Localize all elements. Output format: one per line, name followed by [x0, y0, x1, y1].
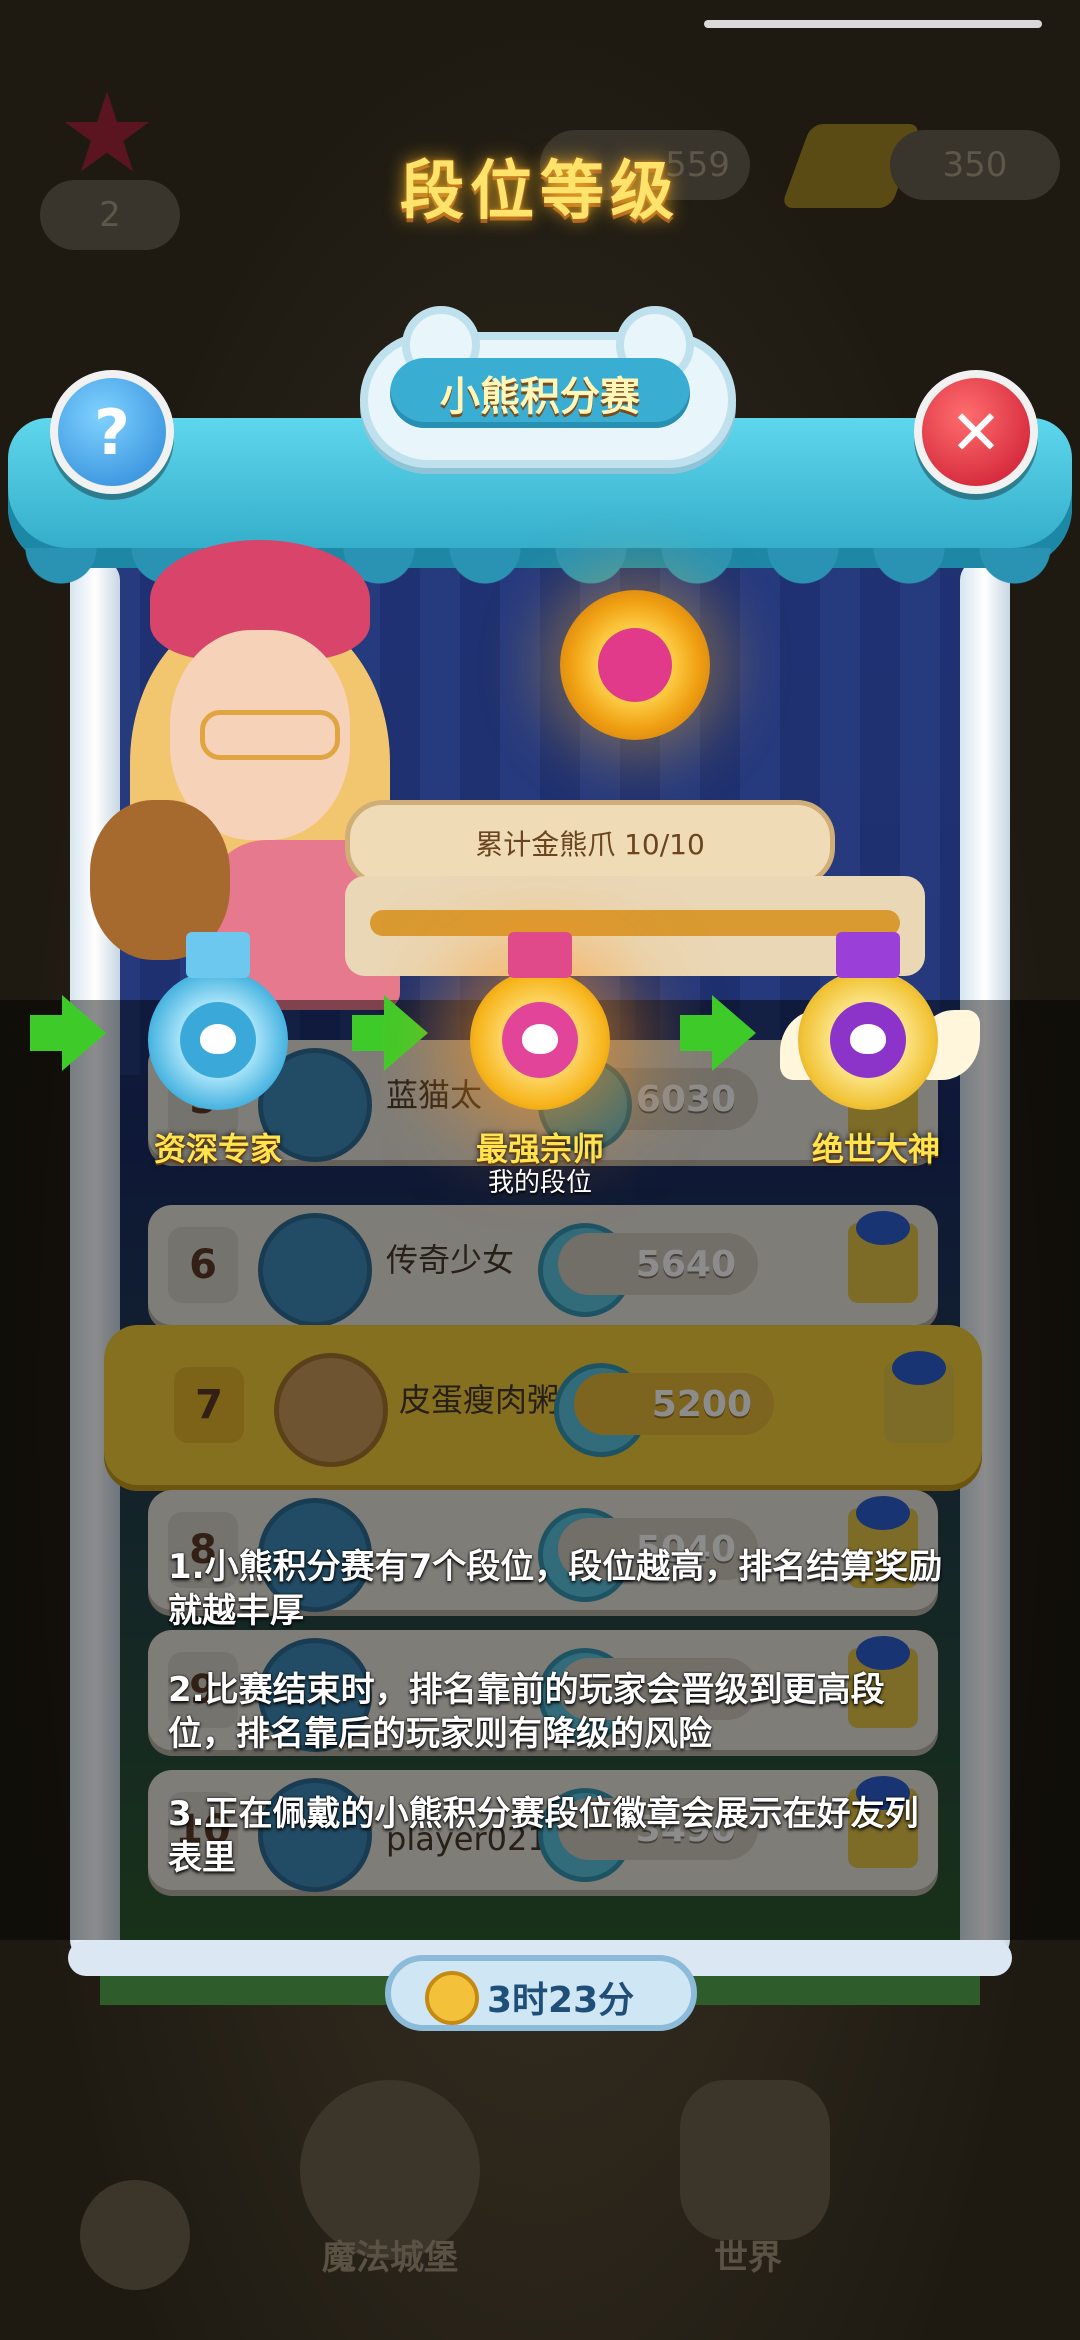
my-tier-label: 我的段位: [487, 1168, 592, 1198]
home-indicator: [704, 20, 1042, 28]
medal-core: [598, 628, 672, 702]
current-rank-medal-icon: [560, 590, 710, 740]
tier-label-legend: 绝世大神: [811, 1130, 940, 1168]
arrow-right-icon: [30, 995, 106, 1071]
panel-title: 小熊积分赛: [390, 358, 690, 428]
character-glasses: [200, 710, 340, 760]
bear-icon: [850, 1024, 886, 1054]
rule-2: 2.比赛结束时，排名靠前的玩家会晋级到更高段位，排名靠后的玩家则有降级的风险: [168, 1670, 885, 1754]
clock-icon: [425, 1971, 479, 2025]
progress-label: 累计金熊爪 10/10: [345, 800, 835, 886]
world-nav-label: 世界: [714, 2238, 782, 2278]
bear-icon: [200, 1024, 236, 1054]
settings-gear-icon[interactable]: [80, 2180, 190, 2290]
help-button[interactable]: ?: [50, 370, 174, 494]
timer-text: 3时23分: [487, 1980, 635, 2021]
castle-nav-label: 魔法城堡: [322, 2238, 458, 2278]
tier-medal-legend-icon: [798, 932, 938, 1110]
rule-1: 1.小熊积分赛有7个段位，段位越高，排名结算奖励就越丰厚: [168, 1547, 943, 1631]
medal-ribbon: [186, 932, 250, 978]
arrow-right-icon: [680, 995, 756, 1071]
arrow-right-icon: [352, 995, 428, 1071]
rule-3: 3.正在佩戴的小熊积分赛段位徽章会展示在好友列表里: [168, 1794, 919, 1878]
progress-fill: [370, 910, 900, 936]
medal-ribbon: [836, 932, 900, 978]
medal-ribbon: [508, 932, 572, 978]
world-nav-icon[interactable]: [680, 2080, 830, 2240]
overlay-title: 段位等级: [400, 155, 680, 229]
bear-icon: [522, 1024, 558, 1054]
tier-medal-grandmaster-icon: [470, 932, 610, 1110]
countdown-timer: 3时23分: [385, 1955, 697, 2031]
tier-medal-expert-icon: [148, 932, 288, 1110]
panel-header: 小熊积分赛: [360, 306, 736, 468]
tier-label-expert: 资深专家: [153, 1130, 282, 1168]
close-button[interactable]: ✕: [914, 370, 1038, 494]
